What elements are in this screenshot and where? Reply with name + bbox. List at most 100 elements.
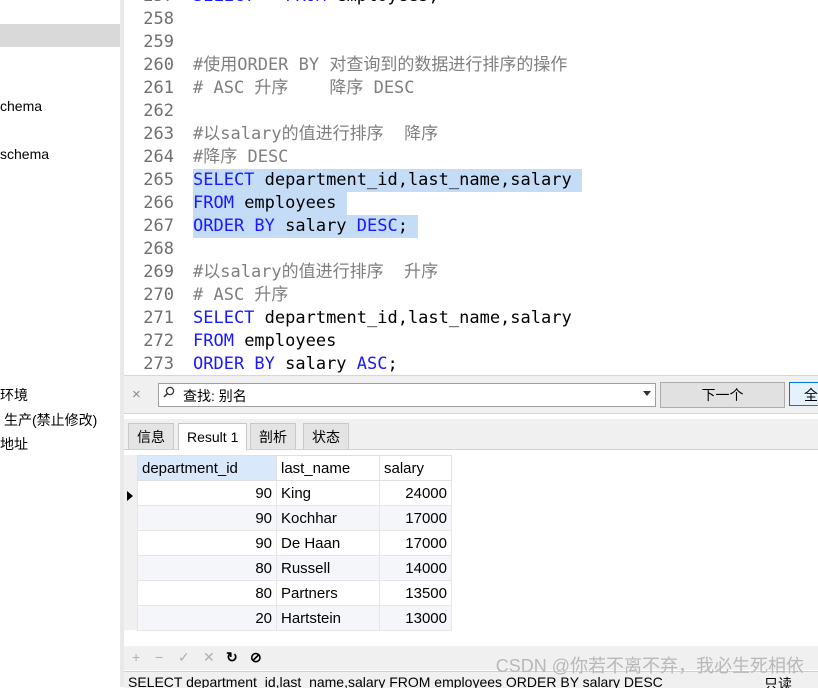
table-row[interactable]: 90 King 24000 (137, 480, 452, 506)
code-text: # ASC 升序 (193, 284, 288, 307)
code-text: #以salary的值进行排序 降序 (193, 123, 438, 146)
table-cell[interactable]: 90 (137, 505, 277, 531)
table-cell[interactable]: 17000 (379, 530, 452, 556)
table-cell[interactable]: 90 (137, 530, 277, 556)
table-cell[interactable]: De Haan (276, 530, 380, 556)
line-number: 259 (143, 32, 174, 52)
find-all-button[interactable]: 全 (789, 382, 818, 406)
navigator-item-production[interactable]: 生产(禁止修改) (4, 410, 97, 430)
sql-keyword: FROM (193, 331, 234, 351)
chevron-down-icon[interactable] (643, 391, 651, 396)
table-row[interactable]: 80 Russell 14000 (137, 555, 452, 581)
sql-identifier: employees (233, 193, 347, 213)
refresh-icon[interactable]: ↻ (226, 649, 238, 666)
table-row[interactable]: 80 Partners 13500 (137, 580, 452, 606)
table-cell[interactable]: King (276, 480, 380, 506)
navigator-panel: chema schema 环境 生产(禁止修改) 地址 (0, 0, 120, 687)
code-text: SELECT department_id,last_name,salary (193, 169, 582, 192)
sql-comment: # ASC 升序 (193, 285, 289, 305)
table-cell[interactable]: 13000 (379, 605, 452, 631)
line-number: 257 (140, 0, 174, 8)
result-grid-area: department_id last_name salary 90 King 24000… (124, 450, 818, 645)
line-number: 269 (143, 262, 174, 282)
line-number: 267 (143, 216, 174, 236)
navigator-selected-row[interactable] (0, 24, 120, 47)
sql-identifier: employees; (326, 0, 438, 6)
code-text: FROM employees (193, 330, 336, 353)
line-number: 258 (143, 9, 174, 29)
sql-comment: #以salary的值进行排序 降序 (193, 124, 439, 144)
code-text: FROM employees (193, 192, 347, 215)
table-cell[interactable]: 90 (137, 480, 277, 506)
tab-status[interactable]: 状态 (303, 423, 349, 449)
sql-identifier: * (254, 0, 285, 6)
line-number: 273 (143, 354, 174, 374)
sql-keyword: SELECT (193, 170, 255, 190)
line-number: 264 (143, 147, 174, 167)
table-cell[interactable]: Russell (276, 555, 380, 581)
navigator-item-env[interactable]: 环境 (0, 385, 28, 405)
sql-comment: #使用ORDER BY 对查询到的数据进行排序的操作 (193, 55, 568, 75)
table-row[interactable]: 20 Hartstein 13000 (137, 605, 452, 631)
table-cell[interactable]: 24000 (379, 480, 452, 506)
line-number: 270 (143, 285, 174, 305)
line-number: 265 (143, 170, 174, 190)
close-icon[interactable]: × (132, 386, 141, 403)
line-number: 260 (143, 55, 174, 75)
code-text: SELECT * FROM employees; (193, 0, 439, 8)
code-text: #使用ORDER BY 对查询到的数据进行排序的操作 (193, 54, 567, 77)
watermark: CSDN @你若不离不弃，我必生死相依 (495, 656, 804, 676)
code-text: SELECT department_id,last_name,salary (193, 307, 572, 330)
tab-info[interactable]: 信息 (128, 423, 174, 449)
code-text: ORDER BY salary DESC; (193, 215, 419, 238)
table-cell[interactable]: 20 (137, 605, 277, 631)
apply-changes-icon[interactable]: ✓ (178, 649, 190, 666)
table-cell[interactable]: Partners (276, 580, 380, 606)
sql-keyword: DESC (356, 216, 398, 236)
add-row-icon[interactable]: + (132, 649, 140, 665)
code-text: #降序 DESC (193, 146, 288, 169)
stop-icon[interactable]: ⊘ (250, 649, 262, 666)
table-cell[interactable]: Kochhar (276, 505, 380, 531)
table-cell[interactable]: Hartstein (276, 605, 380, 631)
sql-comment: # ASC 升序 降序 DESC (193, 78, 415, 98)
column-header-department-id[interactable]: department_id (137, 455, 277, 481)
table-cell[interactable]: 80 (137, 555, 277, 581)
result-grid[interactable]: department_id last_name salary 90 King 24000… (137, 455, 452, 631)
find-next-button[interactable]: 下一个 (660, 382, 785, 408)
table-row[interactable]: 90 Kochhar 17000 (137, 505, 452, 531)
tab-result-1[interactable]: Result 1 (178, 423, 248, 450)
tab-profile[interactable]: 剖析 (250, 423, 296, 449)
sql-identifier: ; (387, 354, 398, 374)
table-cell[interactable]: 80 (137, 580, 277, 606)
find-input-value: 查找: 别名 (183, 388, 247, 404)
line-number: 261 (143, 78, 174, 98)
sql-comment: #以salary的值进行排序 升序 (193, 262, 439, 282)
sql-identifier: salary (274, 354, 357, 374)
code-text: ORDER BY salary ASC; (193, 353, 398, 374)
table-row[interactable]: 90 De Haan 17000 (137, 530, 452, 556)
sql-keyword: FROM (285, 0, 326, 6)
table-cell[interactable]: 14000 (379, 555, 452, 581)
delete-row-icon[interactable]: − (155, 649, 163, 665)
search-icon (163, 386, 175, 398)
navigator-item-address[interactable]: 地址 (0, 434, 28, 454)
line-number: 263 (143, 124, 174, 144)
column-header-salary[interactable]: salary (379, 455, 452, 481)
table-cell[interactable]: 17000 (379, 505, 452, 531)
line-number: 268 (143, 239, 174, 259)
row-indicator-column (124, 455, 138, 630)
sql-keyword: FROM (193, 193, 234, 213)
navigator-item-schema-1[interactable]: chema (0, 98, 42, 114)
discard-changes-icon[interactable]: ✕ (203, 649, 215, 666)
find-input[interactable]: 查找: 别名 (158, 383, 656, 407)
column-header-last-name[interactable]: last_name (276, 455, 380, 481)
line-number: 272 (143, 331, 174, 351)
sql-keyword: ORDER BY (193, 216, 275, 236)
table-cell[interactable]: 13500 (379, 580, 452, 606)
sql-editor[interactable]: 257 SELECT * FROM employees; 258 259 260 #使用O… (124, 0, 818, 374)
sql-keyword: ORDER BY (193, 354, 275, 374)
current-row-arrow-icon (127, 491, 133, 501)
navigator-item-schema-2[interactable]: schema (0, 146, 49, 162)
sql-identifier: salary (274, 216, 357, 236)
